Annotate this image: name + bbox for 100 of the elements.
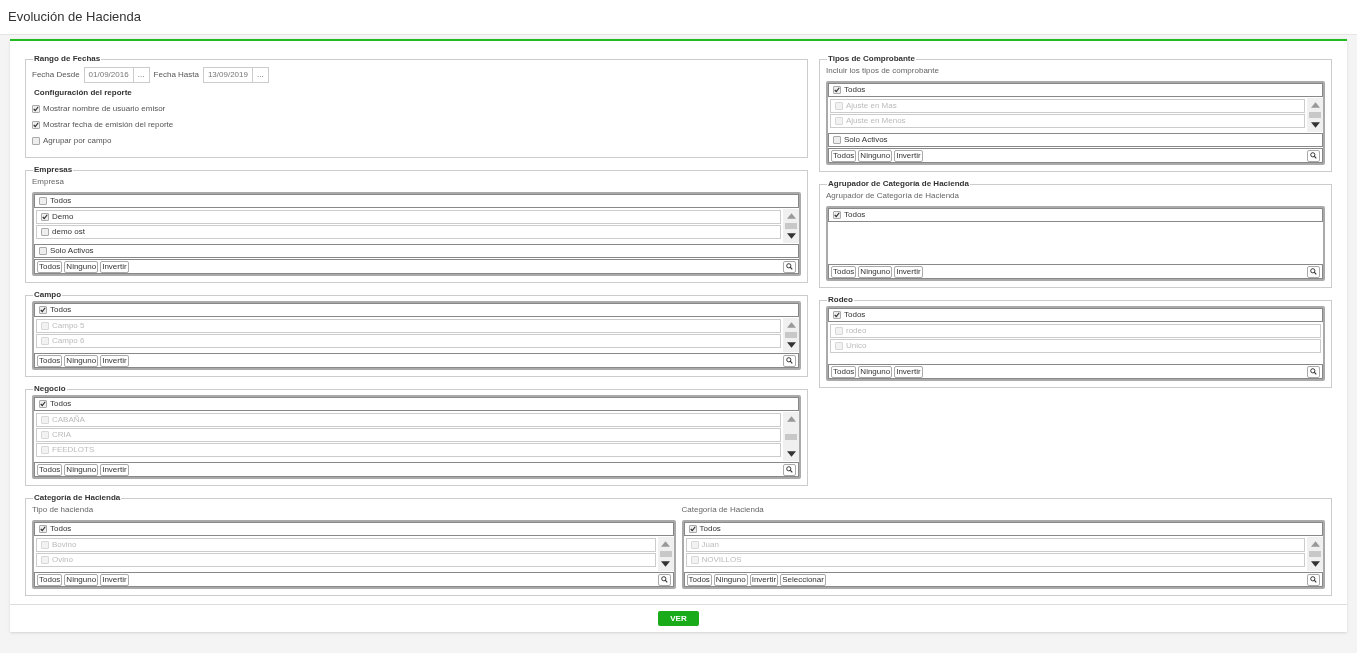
list-action-button[interactable]: Todos [37, 463, 63, 476]
select-all-option[interactable]: Solo Activos [34, 244, 799, 258]
section-title: Campo [33, 289, 63, 301]
scroll-thumb[interactable] [659, 551, 672, 557]
list-action-button[interactable]: Invertir [894, 265, 923, 278]
list-action-button[interactable]: Invertir [100, 463, 129, 476]
select-all-option[interactable]: Todos [34, 303, 799, 317]
select-all-option[interactable]: Solo Activos [828, 133, 1323, 147]
scroll-down-icon[interactable] [786, 451, 796, 457]
option-label: Todos [699, 523, 721, 535]
search-icon [1310, 152, 1317, 159]
list-action-button[interactable]: Ninguno [64, 463, 99, 476]
list-action-button[interactable]: Todos [831, 365, 857, 378]
list-action-button[interactable]: Todos [37, 260, 63, 273]
list-action-button[interactable]: Invertir [100, 573, 129, 586]
search-button[interactable] [783, 463, 796, 476]
list-action-button[interactable]: Todos [686, 573, 712, 586]
search-button[interactable] [1307, 365, 1320, 378]
scrollbar[interactable] [1307, 537, 1323, 571]
list-action-button[interactable]: Invertir [749, 573, 779, 586]
checkbox[interactable] [833, 86, 841, 94]
date-picker-button[interactable]: ... [133, 67, 150, 83]
checkbox[interactable] [39, 247, 47, 255]
checkbox[interactable] [833, 311, 841, 319]
list-option[interactable]: demo ost [36, 225, 781, 239]
scroll-down-icon[interactable] [1310, 561, 1320, 567]
select-all-option[interactable]: Todos [683, 522, 1323, 536]
scroll-thumb[interactable] [785, 433, 797, 440]
search-button[interactable] [1307, 149, 1320, 162]
date-field[interactable]: 13/09/2019 [202, 67, 253, 83]
search-button[interactable] [657, 573, 671, 586]
scroll-thumb[interactable] [785, 332, 797, 338]
scroll-down-icon[interactable] [1310, 122, 1320, 128]
scroll-thumb[interactable] [1309, 551, 1321, 557]
checkbox[interactable] [41, 213, 49, 221]
check-icon [33, 106, 39, 112]
option-label: Agrupar por campo [43, 135, 112, 147]
list-action-button[interactable]: Todos [831, 149, 857, 162]
checkbox[interactable] [32, 105, 40, 113]
scrollbar[interactable] [783, 412, 799, 461]
list-action-button[interactable]: Invertir [894, 149, 923, 162]
checkbox[interactable] [688, 525, 697, 533]
scrollbar[interactable] [783, 318, 799, 352]
search-button[interactable] [1307, 573, 1320, 586]
scroll-down-icon[interactable] [786, 233, 796, 239]
list-option[interactable]: Demo [36, 210, 781, 224]
list-action-button[interactable]: Invertir [894, 365, 923, 378]
list-action-button[interactable]: Seleccionar [780, 573, 826, 586]
scrollbar[interactable] [783, 209, 799, 243]
scroll-thumb[interactable] [785, 223, 797, 229]
section-title: Rango de Fechas [33, 53, 102, 65]
checkbox[interactable] [39, 197, 47, 205]
list-action-button[interactable]: Ninguno [858, 365, 893, 378]
date-label: Fecha Hasta [153, 69, 199, 81]
scroll-down-icon[interactable] [786, 342, 796, 348]
list-action-button[interactable]: Ninguno [713, 573, 748, 586]
checkbox[interactable] [32, 137, 40, 145]
date-picker-button[interactable]: ... [252, 67, 269, 83]
select-all-option[interactable]: Todos [828, 308, 1323, 322]
select-all-option[interactable]: Todos [34, 397, 799, 411]
search-button[interactable] [783, 260, 796, 273]
checkbox[interactable] [39, 306, 47, 314]
check-icon [834, 212, 840, 218]
select-all-option[interactable]: Todos [828, 83, 1323, 97]
option-label: Todos [50, 398, 72, 410]
search-button[interactable] [1307, 265, 1320, 278]
scrollbar[interactable] [1307, 98, 1323, 132]
list-action-button[interactable]: Ninguno [64, 260, 99, 273]
checkbox[interactable] [39, 525, 47, 533]
checkbox[interactable] [833, 136, 841, 144]
option-label: Unico [846, 340, 867, 352]
scroll-down-icon[interactable] [661, 561, 670, 567]
list-action-button[interactable]: Ninguno [858, 149, 893, 162]
option-label: Juan [701, 539, 719, 551]
option-label: FEEDLOTS [52, 444, 95, 456]
list-action-button[interactable]: Invertir [100, 354, 129, 367]
option-label: Demo [52, 211, 74, 223]
list-action-button[interactable]: Invertir [100, 260, 129, 273]
checkbox[interactable] [41, 228, 49, 236]
checkbox[interactable] [39, 400, 47, 408]
list-action-button[interactable]: Ninguno [64, 573, 99, 586]
checkbox[interactable] [833, 211, 841, 219]
checkbox[interactable] [32, 121, 40, 129]
option-label: Todos [50, 523, 72, 535]
search-button[interactable] [783, 354, 796, 367]
scroll-thumb[interactable] [1309, 112, 1321, 118]
date-field[interactable]: 01/09/2016 [83, 67, 134, 83]
check-icon [689, 526, 696, 532]
scrollbar[interactable] [657, 537, 674, 571]
list-action-button[interactable]: Todos [37, 354, 63, 367]
option-label: Solo Activos [50, 245, 94, 257]
select-all-option[interactable]: Todos [34, 522, 674, 536]
select-all-option[interactable]: Todos [828, 208, 1323, 222]
option-label: Todos [50, 195, 72, 207]
list-label: Incluir los tipos de comprobante [826, 65, 940, 77]
list-action-button[interactable]: Todos [831, 265, 857, 278]
select-all-option[interactable]: Todos [34, 194, 799, 208]
list-action-button[interactable]: Ninguno [64, 354, 99, 367]
list-action-button[interactable]: Ninguno [858, 265, 893, 278]
list-action-button[interactable]: Todos [37, 573, 63, 586]
